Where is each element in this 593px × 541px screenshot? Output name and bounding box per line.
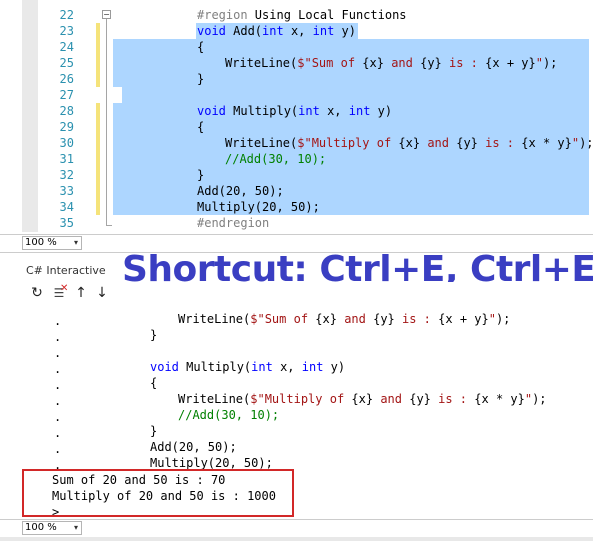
clear-screen-icon[interactable]: ☰ ✕ xyxy=(50,283,69,302)
line-number: 26 xyxy=(59,72,74,86)
code-line: Add(20, 50); xyxy=(197,184,284,198)
code-line: } xyxy=(197,168,205,182)
change-marker xyxy=(96,103,100,215)
clear-x-icon: ✕ xyxy=(60,283,69,294)
chevron-down-icon: ▾ xyxy=(73,523,78,532)
code-line: #region Using Local Functions xyxy=(197,8,407,22)
interactive-zoom-bar: 100 % ▾ xyxy=(0,519,593,538)
continuation-marker: . xyxy=(54,378,62,392)
continuation-marker: . xyxy=(54,346,62,360)
echo-line: } xyxy=(150,424,158,438)
line-number: 27 xyxy=(59,88,74,102)
continuation-marker: . xyxy=(54,330,62,344)
interactive-toolbar: ↻ ☰ ✕ ↑ ↓ xyxy=(0,282,593,305)
status-strip xyxy=(0,537,593,541)
line-number: 29 xyxy=(59,120,74,134)
code-line: { xyxy=(197,40,205,54)
selection-highlight xyxy=(122,87,589,103)
echo-line: Add(20, 50); xyxy=(150,440,237,454)
echo-line: } xyxy=(150,328,158,342)
code-line: } xyxy=(197,72,205,86)
code-line: Multiply(20, 50); xyxy=(197,200,320,214)
code-editor[interactable]: 22 23 24 25 26 27 28 29 30 31 32 33 34 3… xyxy=(0,0,593,232)
echo-line: WriteLine($"Multiply of {x} and {y} is :… xyxy=(178,392,547,406)
chevron-down-icon: ▾ xyxy=(73,238,78,247)
collapse-region-toggle[interactable]: − xyxy=(102,10,111,19)
line-number: 30 xyxy=(59,136,74,150)
code-line: //Add(30, 10); xyxy=(225,152,327,166)
continuation-marker: . xyxy=(54,426,62,440)
line-number: 34 xyxy=(59,200,74,214)
line-number: 24 xyxy=(59,40,74,54)
continuation-marker: . xyxy=(54,442,62,456)
outline-line xyxy=(106,19,107,226)
line-number: 31 xyxy=(59,152,74,166)
continuation-marker: . xyxy=(54,410,62,424)
continuation-marker: . xyxy=(54,314,62,328)
panel-title: C# Interactive xyxy=(26,264,106,277)
outline-end xyxy=(106,225,112,226)
code-line: WriteLine($"Sum of {x} and {y} is : {x +… xyxy=(225,56,558,70)
code-line: { xyxy=(197,120,205,134)
selection-highlight xyxy=(113,103,589,215)
indicator-margin xyxy=(22,0,38,232)
line-number: 35 xyxy=(59,216,74,230)
echo-line: { xyxy=(150,376,158,390)
code-line: void Multiply(int x, int y) xyxy=(197,104,393,118)
output-highlight-box xyxy=(22,469,294,517)
zoom-select[interactable]: 100 % ▾ xyxy=(22,521,82,535)
history-down-icon[interactable]: ↓ xyxy=(93,284,111,302)
code-line: #endregion xyxy=(197,216,270,230)
line-number: 28 xyxy=(59,104,74,118)
code-line: WriteLine($"Multiply of {x} and {y} is :… xyxy=(225,136,593,150)
line-number: 23 xyxy=(59,24,74,38)
history-up-icon[interactable]: ↑ xyxy=(72,284,90,302)
change-marker xyxy=(96,23,100,87)
line-number: 32 xyxy=(59,168,74,182)
code-line: void Add(int x, int y) xyxy=(197,24,356,38)
line-number: 25 xyxy=(59,56,74,70)
reset-icon[interactable]: ↻ xyxy=(28,284,46,302)
echo-line: void Multiply(int x, int y) xyxy=(150,360,346,374)
continuation-marker: . xyxy=(54,394,62,408)
continuation-marker: . xyxy=(54,362,62,376)
line-number: 22 xyxy=(59,8,74,22)
echo-line: //Add(30, 10); xyxy=(178,408,280,422)
zoom-select[interactable]: 100 % ▾ xyxy=(22,236,82,250)
line-number: 33 xyxy=(59,184,74,198)
echo-line: WriteLine($"Sum of {x} and {y} is : {x +… xyxy=(178,312,511,326)
